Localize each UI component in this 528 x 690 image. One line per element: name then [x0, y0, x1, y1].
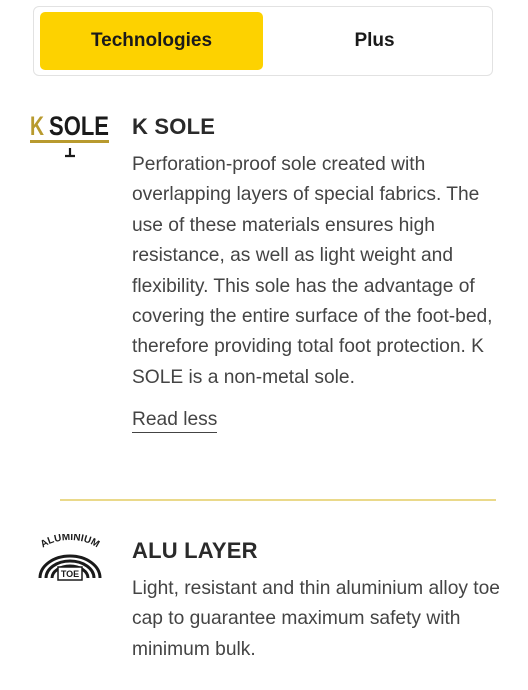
svg-text:TOE: TOE: [61, 569, 79, 579]
alu-layer-content: ALU LAYER Light, resistant and thin alum…: [132, 538, 502, 665]
k-sole-content: K SOLE Perforation-proof sole created wi…: [132, 114, 502, 434]
svg-text:K: K: [30, 111, 44, 141]
feature-description: Light, resistant and thin aluminium allo…: [132, 578, 500, 660]
feature-title: ALU LAYER: [132, 538, 258, 563]
divider: [60, 499, 496, 501]
k-sole-logo-icon: K SOLE: [28, 110, 116, 167]
tab-bar: Technologies Plus: [33, 6, 493, 76]
feature-description: Perforation-proof sole created with over…: [132, 154, 493, 388]
svg-text:ALUMINIUM: ALUMINIUM: [39, 534, 102, 550]
tab-technologies[interactable]: Technologies: [40, 12, 263, 70]
tab-plus[interactable]: Plus: [263, 12, 486, 70]
aluminium-toe-logo-icon: ALUMINIUM TOE: [28, 532, 116, 587]
feature-title: K SOLE: [132, 114, 216, 139]
svg-text:SOLE: SOLE: [49, 111, 109, 141]
read-less-link[interactable]: Read less: [132, 409, 218, 434]
